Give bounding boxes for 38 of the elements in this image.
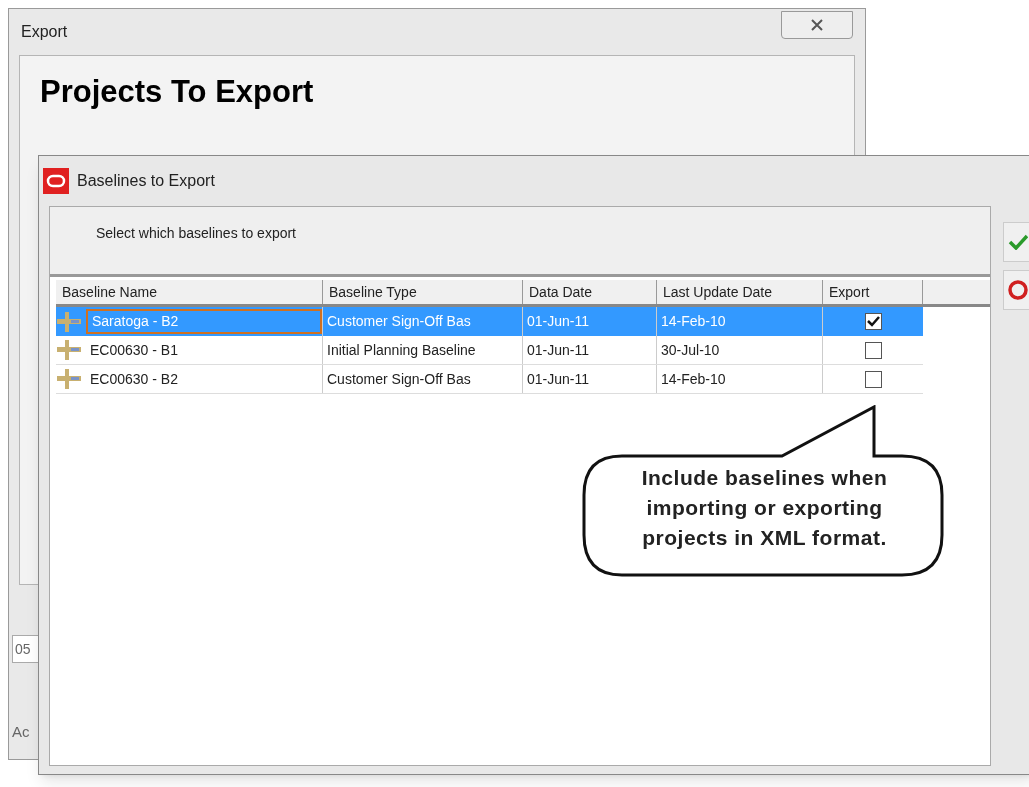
table-cell-text: 01-Jun-11: [526, 340, 590, 360]
ok-button[interactable]: [1003, 222, 1029, 262]
table-cell-text: Initial Planning Baseline: [326, 340, 477, 360]
dialog-title: Baselines to Export: [77, 171, 215, 191]
baseline-icon: [56, 368, 82, 390]
table-cell-text: 14-Feb-10: [660, 369, 727, 389]
close-button[interactable]: [781, 11, 853, 39]
close-icon: [810, 19, 824, 31]
field-label: Ac: [12, 722, 31, 742]
baseline-icon: [56, 339, 82, 361]
table-cell: Saratoga - B2: [86, 309, 322, 334]
check-icon: [1008, 234, 1028, 250]
table-cell-text: 01-Jun-11: [526, 369, 590, 389]
table-row[interactable]: EC00630 - B2 Customer Sign-Off Bas 01-Jun-11 14-Feb-10: [56, 365, 923, 394]
app-logo-icon: [43, 168, 69, 194]
table-cell-text: EC00630 - B1: [89, 340, 179, 360]
panel-heading: Projects To Export: [40, 76, 315, 107]
table-cell-text: 01-Jun-11: [526, 312, 590, 331]
column-header[interactable]: Last Update Date: [657, 280, 823, 304]
callout-text: Include baselines when importing or exporting projects in XML format.: [640, 465, 889, 551]
table-cell-text: Customer Sign-Off Bas: [326, 312, 472, 331]
table-row[interactable]: EC00630 - B1 Initial Planning Baseline 01-Jun-11 30-Jul-10: [56, 336, 923, 365]
column-header[interactable]: Baseline Name: [56, 280, 323, 304]
table-cell-text: Customer Sign-Off Bas: [326, 369, 472, 389]
column-header[interactable]: Data Date: [523, 280, 657, 304]
cancel-icon: [1008, 280, 1028, 300]
instruction-text: Select which baselines to export: [96, 224, 296, 243]
table-cell-text: 14-Feb-10: [660, 312, 727, 331]
column-header[interactable]: Export: [823, 280, 923, 304]
table-cell-text: EC00630 - B2: [89, 369, 179, 389]
export-checkbox[interactable]: [864, 341, 882, 359]
window-title: Export: [21, 22, 68, 42]
export-checkbox[interactable]: [864, 313, 882, 330]
column-header[interactable]: Baseline Type: [323, 280, 523, 304]
cancel-button[interactable]: [1003, 270, 1029, 310]
export-checkbox[interactable]: [864, 370, 882, 388]
table-cell-text: 30-Jul-10: [660, 340, 721, 360]
baseline-icon: [56, 310, 82, 333]
